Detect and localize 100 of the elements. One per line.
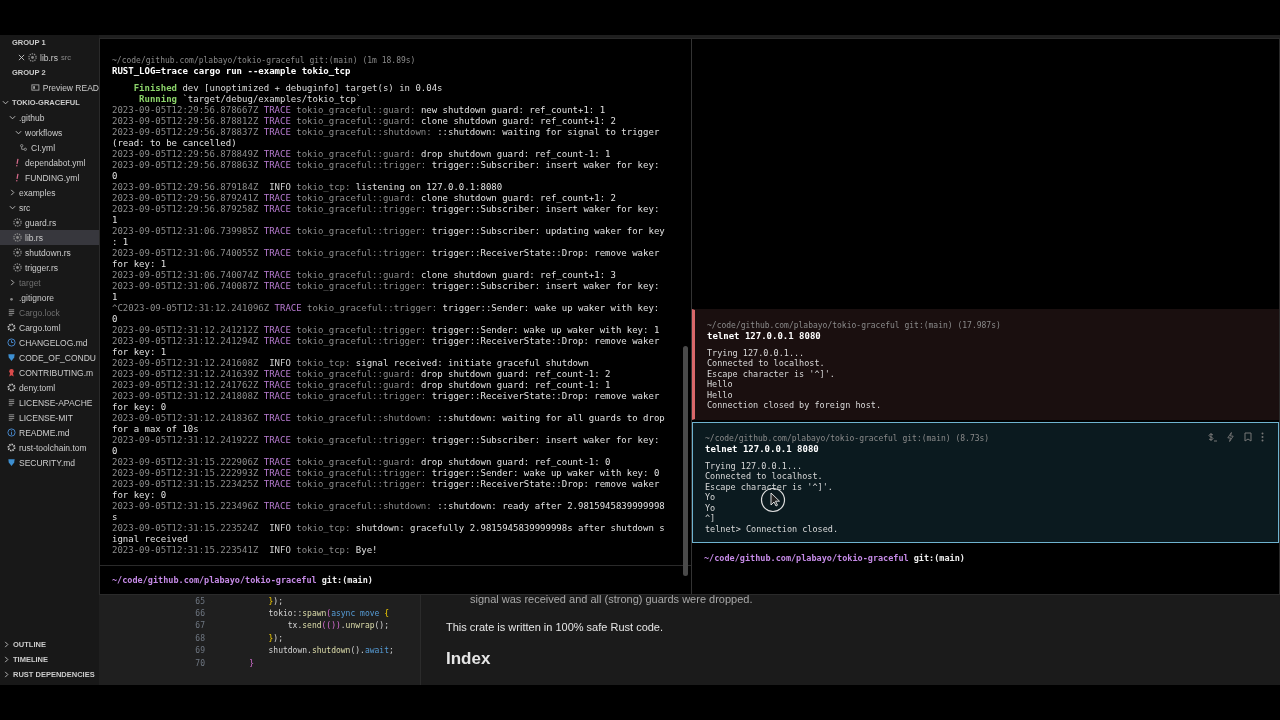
line-number: 69 xyxy=(194,646,205,656)
lines-icon xyxy=(7,308,16,317)
chevron-down-icon[interactable] xyxy=(9,114,16,121)
code-line: 65 }); xyxy=(175,595,420,608)
file-item[interactable]: CHANGELOG.md xyxy=(0,335,99,350)
file-item[interactable]: guard.rs xyxy=(0,215,99,230)
folder-item[interactable]: examples xyxy=(0,185,99,200)
file-item[interactable]: Cargo.lock xyxy=(0,305,99,320)
lightning-icon[interactable] xyxy=(1226,431,1235,442)
folder-item[interactable]: src xyxy=(0,200,99,215)
folder-item[interactable]: workflows xyxy=(0,125,99,140)
info-icon xyxy=(7,428,16,437)
file-item[interactable]: CONTRIBUTING.m xyxy=(0,365,99,380)
output-line: ^] xyxy=(705,513,717,524)
branch-icon xyxy=(19,143,28,152)
command-text: RUST_LOG=trace cargo run --example tokio_tcp xyxy=(112,66,352,77)
command-text: telnet 127.0.0.1 8080 xyxy=(705,443,820,455)
log-line: 2023-09-05T12:31:06.740074Z TRACE tokio_graceful::guard: clone shutdown guard: ref_count+1: 3 xyxy=(112,270,617,281)
gear-icon xyxy=(7,383,16,392)
code-line: 69 shutdown.shutdown().await; xyxy=(175,644,420,657)
file-item[interactable]: dependabot.yml xyxy=(0,155,99,170)
dollar-icon[interactable] xyxy=(1205,431,1217,442)
output-line: Connection closed by foreign host. xyxy=(707,400,882,411)
file-item[interactable]: deny.toml xyxy=(0,380,99,395)
file-item[interactable]: Cargo.toml xyxy=(0,320,99,335)
chevron-down-icon[interactable] xyxy=(2,99,9,106)
chevron-down-icon[interactable] xyxy=(15,129,22,136)
log-line: 2023-09-05T12:29:56.878849Z TRACE tokio_graceful::guard: drop shutdown guard: ref_count-1: 1 xyxy=(112,149,612,160)
close-icon[interactable] xyxy=(18,54,25,61)
output-line: Trying 127.0.0.1... xyxy=(705,460,804,471)
log-line: 2023-09-05T12:31:12.241639Z TRACE tokio_graceful::guard: drop shutdown guard: ref_count-1: 2 xyxy=(112,369,612,380)
open-editor-item[interactable]: Preview READ xyxy=(0,80,99,95)
log-line: 2023-09-05T12:29:56.878667Z TRACE tokio_graceful::guard: new shutdown guard: ref_count+1: 1 xyxy=(112,105,607,116)
prompt: ~/code/github.com/plabayo/tokio-graceful git:(main) xyxy=(100,565,691,594)
code-line: 66 tokio::spawn(async move { xyxy=(175,607,420,620)
chevron-right-icon[interactable] xyxy=(3,671,10,678)
output-line: Yo xyxy=(705,492,717,503)
file-item[interactable]: CI.yml xyxy=(0,140,99,155)
log-line: 2023-09-05T12:31:12.241808Z TRACE tokio_graceful::trigger: trigger::ReceiverState::Drop: remove waker for key: 0 xyxy=(112,391,661,413)
line-number: 67 xyxy=(194,621,205,631)
block-header: ~/code/github.com/plabayo/tokio-graceful git:(main) (17.987s) xyxy=(707,319,1001,331)
folder-item[interactable]: .github xyxy=(0,110,99,125)
chevron-right-icon[interactable] xyxy=(9,279,16,286)
gear-icon xyxy=(7,323,16,332)
output-line: Connected to localhost. xyxy=(707,358,826,369)
log-line: 2023-09-05T12:31:15.222906Z TRACE tokio_graceful::guard: drop shutdown guard: ref_count-1: 0 xyxy=(112,457,612,468)
command-block[interactable]: ~/code/github.com/plabayo/tokio-graceful git:(main) (8.73s) telnet 127.0.0.1 8080 Trying 127.0.0.1... Connected to localhost. Escape character is '^]'. Yo Yo ^] telnet> Connection closed. xyxy=(692,421,1279,543)
output-line: Running `target/debug/examples/tokio_tcp` xyxy=(138,94,363,105)
clock-icon xyxy=(7,338,16,347)
output-line: Yo xyxy=(705,502,717,513)
file-item[interactable]: FUNDING.yml xyxy=(0,170,99,185)
file-item[interactable]: SECURITY.md xyxy=(0,455,99,470)
output-line: Hello xyxy=(707,389,734,400)
bookmark-icon[interactable] xyxy=(1244,431,1252,442)
chevron-right-icon[interactable] xyxy=(3,656,10,663)
log-line: 2023-09-05T12:29:56.878837Z TRACE tokio_graceful::shutdown: ::shutdown: waiting for signal to trigger (read: to be cancelled) xyxy=(112,127,661,149)
file-item[interactable]: rust-toolchain.tom xyxy=(0,440,99,455)
command-block[interactable]: ~/code/github.com/plabayo/tokio-graceful git:(main) (17.987s) telnet 127.0.0.1 8080 Trying 127.0.0.1... Connected to localhost. Escape character is '^]'. Hello Hello Connection closed by foreign host. xyxy=(692,308,1279,420)
log-line: 2023-09-05T12:31:12.241762Z TRACE tokio_graceful::guard: drop shutdown guard: ref_count-1: 1 xyxy=(112,380,612,391)
file-item[interactable]: trigger.rs xyxy=(0,260,99,275)
chevron-right-icon[interactable] xyxy=(9,189,16,196)
output-line: Finished dev [unoptimized + debuginfo] target(s) in 0.04s xyxy=(132,83,444,94)
block-header: ~/code/github.com/plabayo/tokio-graceful git:(main) (8.73s) xyxy=(705,432,990,444)
log-line: 2023-09-05T12:31:15.222993Z TRACE tokio_graceful::trigger: trigger::Sender: wake up waker with key: 0 xyxy=(112,468,661,479)
heading: Index xyxy=(446,649,492,669)
file-item[interactable]: README.md xyxy=(0,425,99,440)
chevron-right-icon[interactable] xyxy=(3,641,10,648)
command-text: telnet 127.0.0.1 8080 xyxy=(707,330,822,342)
folder-item[interactable]: target xyxy=(0,275,99,290)
log-line: 2023-09-05T12:31:15.223541Z INFO tokio_tcp: Bye! xyxy=(112,545,379,556)
code-line: 68 }); xyxy=(175,632,420,645)
file-item[interactable]: lib.rs xyxy=(0,230,99,245)
output-line: Escape character is '^]'. xyxy=(705,481,834,492)
log-line: 2023-09-05T12:31:15.223425Z TRACE tokio_graceful::trigger: trigger::ReceiverState::Drop: remove waker for key: 0 xyxy=(112,479,661,501)
file-item[interactable]: LICENSE-MIT xyxy=(0,410,99,425)
log-line: 2023-09-05T12:31:15.223524Z INFO tokio_tcp: shutdown: gracefully 2.9815945839999998s after shutdown signal received xyxy=(112,523,666,545)
log-line: 2023-09-05T12:29:56.878812Z TRACE tokio_graceful::guard: clone shutdown guard: ref_count+1: 2 xyxy=(112,116,617,127)
ribbon-icon xyxy=(7,368,16,377)
output-line: Escape character is '^]'. xyxy=(707,368,836,379)
output-line: Connected to localhost. xyxy=(705,471,824,482)
preview-icon xyxy=(31,83,40,92)
scrollbar[interactable] xyxy=(683,346,688,576)
log-line: 2023-09-05T12:29:56.879184Z INFO tokio_tcp: listening on 127.0.0.1:8080 xyxy=(112,182,504,193)
file-item[interactable]: .gitignore xyxy=(0,290,99,305)
line-number: 70 xyxy=(194,658,205,668)
shield-icon xyxy=(7,458,16,467)
line-number: 68 xyxy=(194,633,205,643)
log-line: 2023-09-05T12:31:12.241212Z TRACE tokio_graceful::trigger: trigger::Sender: wake up waker with key: 1 xyxy=(112,325,661,336)
file-item[interactable]: LICENSE-APACHE xyxy=(0,395,99,410)
shield-icon xyxy=(7,353,16,362)
output-line: Trying 127.0.0.1... xyxy=(707,347,806,358)
file-item[interactable]: CODE_OF_CONDU xyxy=(0,350,99,365)
log-line: 2023-09-05T12:31:12.241608Z INFO tokio_tcp: signal received: initiate graceful shutdown xyxy=(112,358,590,369)
lines-icon xyxy=(7,398,16,407)
paragraph: This crate is written in 100% safe Rust code. xyxy=(446,621,665,633)
file-item[interactable]: shutdown.rs xyxy=(0,245,99,260)
more-icon[interactable] xyxy=(1261,431,1264,442)
chevron-down-icon[interactable] xyxy=(9,204,16,211)
line-number: 65 xyxy=(194,596,205,606)
output-line: Hello xyxy=(707,379,734,390)
